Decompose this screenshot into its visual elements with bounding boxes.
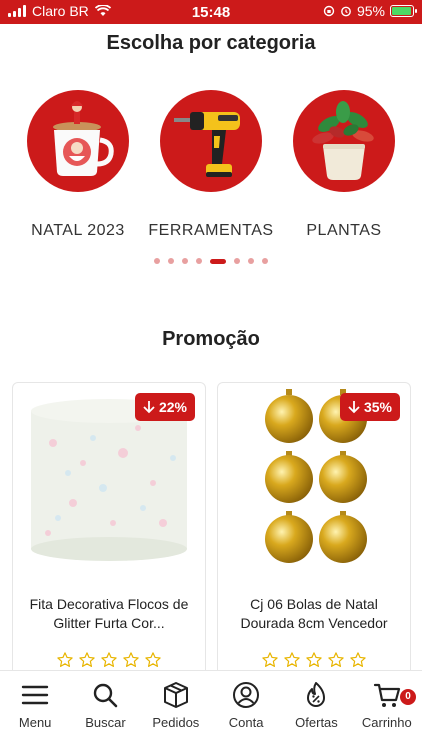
rating-stars — [13, 651, 205, 669]
battery-icon — [390, 5, 417, 17]
carousel-dot[interactable] — [182, 258, 188, 264]
category-label: PLANTAS — [306, 222, 382, 239]
user-icon — [233, 682, 260, 708]
star-icon — [283, 651, 301, 669]
star-icon — [78, 651, 96, 669]
carousel-dot[interactable] — [262, 258, 268, 264]
battery-percent: 95% — [356, 3, 385, 19]
nav-item-pedidos[interactable]: Pedidos — [141, 671, 211, 750]
menu-icon — [21, 685, 49, 705]
carousel-dot[interactable] — [154, 258, 160, 264]
carousel-dot[interactable] — [210, 258, 226, 264]
status-bar: Claro BR 15:48 95% — [0, 0, 422, 24]
discount-badge: 35% — [339, 393, 400, 421]
category-label: NATAL 2023 — [31, 222, 125, 239]
star-icon — [349, 651, 367, 669]
arrow-down-icon — [143, 401, 155, 414]
nav-item-ofertas[interactable]: Ofertas — [281, 671, 351, 750]
product-card[interactable]: 22% Fita Decorativa Flocos de Glitter Fu… — [12, 382, 206, 682]
category-ferramentas[interactable]: FERRAMENTAS — [146, 90, 276, 240]
discount-value: 22% — [158, 399, 187, 415]
rating-stars — [218, 651, 410, 669]
categories-title: Escolha por categoria — [106, 32, 316, 54]
star-icon — [327, 651, 345, 669]
star-icon — [261, 651, 279, 669]
product-name: Fita Decorativa Flocos de Glitter Furta … — [29, 596, 189, 631]
nav-item-buscar[interactable]: Buscar — [70, 671, 140, 750]
alarm-icon — [341, 6, 351, 17]
flame-percent-icon — [307, 682, 326, 707]
star-icon — [144, 651, 162, 669]
nav-label: Conta — [228, 715, 264, 730]
discount-badge: 22% — [134, 393, 195, 421]
orientation-lock-icon — [323, 5, 335, 17]
product-name: Cj 06 Bolas de Natal Dourada 8cm Vencedo… — [240, 596, 388, 631]
star-icon — [100, 651, 118, 669]
bottom-nav: Menu Buscar Pedidos Conta Ofertas Carrin… — [0, 670, 422, 750]
christmas-mug-icon — [27, 90, 129, 192]
category-label: FERRAMENTAS — [148, 222, 274, 239]
star-icon — [56, 651, 74, 669]
nav-item-carrinho[interactable]: Carrinho 0 — [352, 671, 422, 750]
nav-item-conta[interactable]: Conta — [211, 671, 281, 750]
promo-title: Promoção — [162, 328, 260, 350]
status-right: 95% — [323, 3, 417, 19]
nav-label: Carrinho — [361, 715, 412, 730]
nav-label: Pedidos — [152, 715, 200, 730]
potted-plant-icon — [293, 90, 395, 192]
category-plantas[interactable]: PLANTAS — [279, 90, 409, 240]
nav-item-menu[interactable]: Menu — [0, 671, 70, 750]
carousel-dot[interactable] — [234, 258, 240, 264]
star-icon — [305, 651, 323, 669]
carousel-dot[interactable] — [196, 258, 202, 264]
arrow-down-icon — [348, 401, 360, 414]
category-natal-2023[interactable]: NATAL 2023 — [13, 90, 143, 240]
discount-value: 35% — [363, 399, 392, 415]
drill-icon — [160, 90, 262, 192]
nav-label: Menu — [18, 715, 52, 730]
search-icon — [94, 683, 118, 708]
carousel-dots — [0, 258, 422, 264]
product-card[interactable]: 35% Cj 06 Bolas de Natal Dourada 8cm Ven… — [217, 382, 411, 682]
nav-label: Ofertas — [295, 715, 338, 730]
star-icon — [122, 651, 140, 669]
carousel-dot[interactable] — [168, 258, 174, 264]
carousel-dot[interactable] — [248, 258, 254, 264]
cart-icon — [373, 683, 400, 707]
nav-label: Buscar — [85, 715, 126, 730]
cart-count-badge: 0 — [399, 689, 416, 705]
package-icon — [163, 682, 188, 708]
